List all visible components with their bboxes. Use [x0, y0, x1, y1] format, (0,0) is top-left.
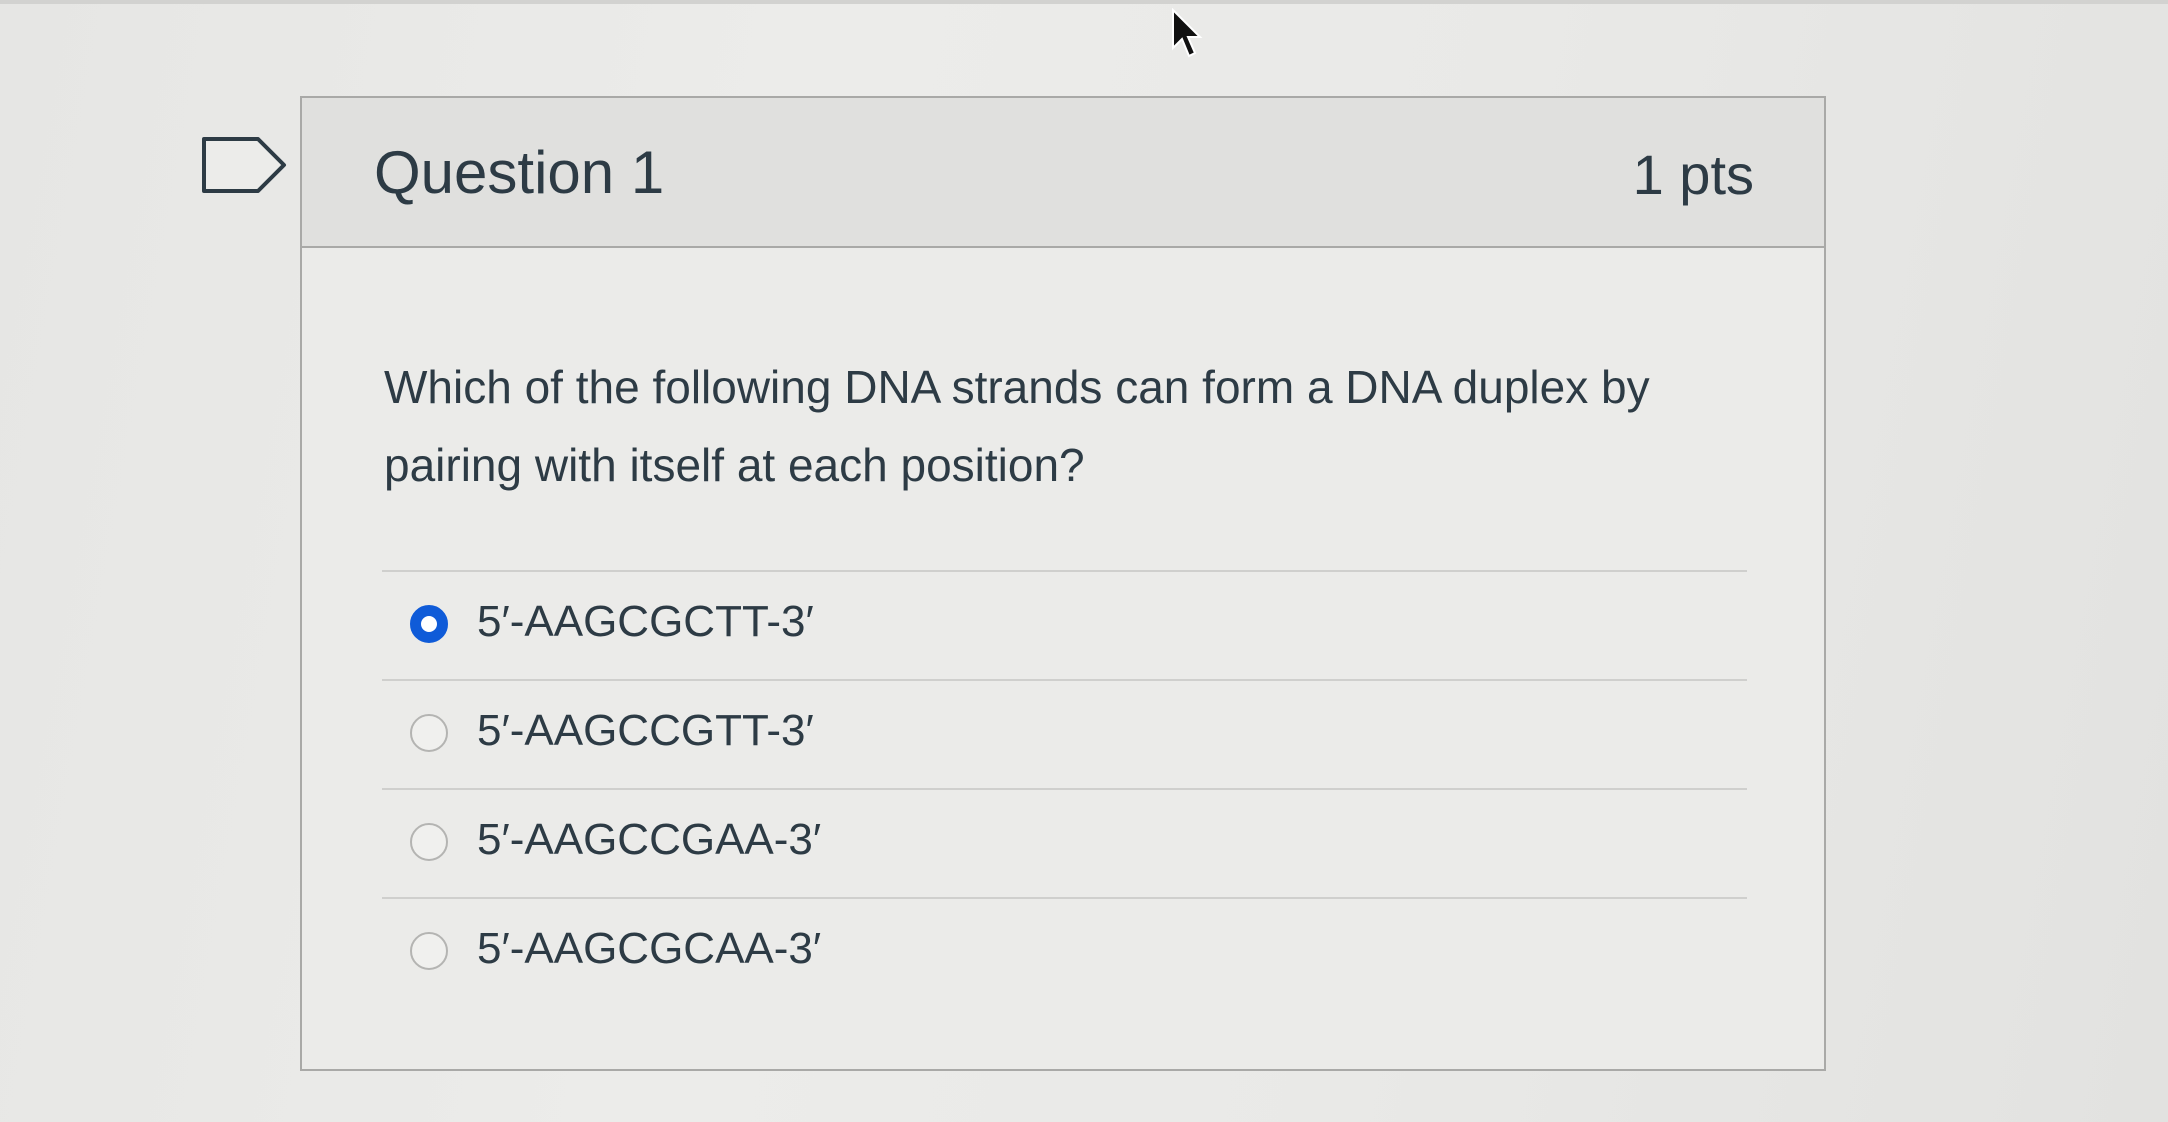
radio-button[interactable]: [410, 605, 448, 643]
answer-list: 5′-AAGCGCTT-3′ 5′-AAGCCGTT-3′ 5′-AAGCCGA…: [382, 570, 1747, 1006]
flag-icon[interactable]: [200, 135, 290, 195]
mouse-cursor-icon: [1172, 8, 1203, 58]
question-header: Question 1 1 pts: [302, 98, 1824, 248]
answer-option[interactable]: 5′-AAGCGCAA-3′: [382, 897, 1747, 1006]
answer-label: 5′-AAGCCGAA-3′: [477, 815, 822, 864]
question-title: Question 1: [374, 139, 665, 206]
answer-label: 5′-AAGCCGTT-3′: [477, 706, 814, 755]
question-card: Question 1 1 pts Which of the following …: [300, 96, 1826, 1071]
radio-button[interactable]: [410, 823, 448, 861]
answer-label: 5′-AAGCGCTT-3′: [477, 597, 814, 646]
top-divider: [0, 0, 2168, 4]
answer-option[interactable]: 5′-AAGCCGTT-3′: [382, 679, 1747, 788]
answer-option[interactable]: 5′-AAGCCGAA-3′: [382, 788, 1747, 897]
answer-label: 5′-AAGCGCAA-3′: [477, 924, 822, 973]
radio-button[interactable]: [410, 932, 448, 970]
answer-option[interactable]: 5′-AAGCGCTT-3′: [382, 570, 1747, 679]
radio-button[interactable]: [410, 714, 448, 752]
question-body: Which of the following DNA strands can f…: [302, 248, 1824, 1071]
question-points: 1 pts: [1632, 143, 1754, 206]
question-text: Which of the following DNA strands can f…: [384, 361, 1650, 491]
